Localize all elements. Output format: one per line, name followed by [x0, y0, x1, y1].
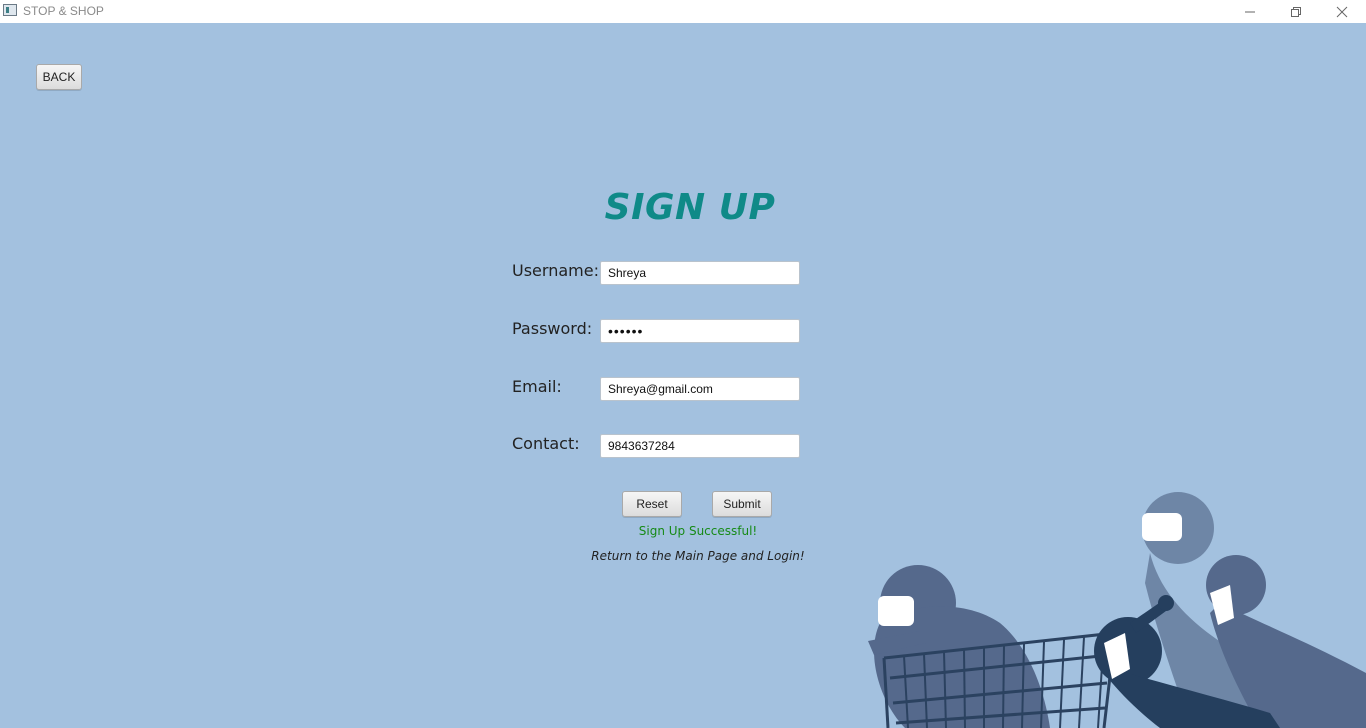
- restore-button[interactable]: [1273, 0, 1319, 23]
- reset-button[interactable]: Reset: [622, 491, 682, 517]
- app-window: BACK SIGN UP Username: Shreya Password: …: [0, 23, 1366, 728]
- password-label: Password:: [512, 319, 593, 338]
- app-icon: [3, 4, 17, 16]
- password-field[interactable]: ••••••: [600, 319, 800, 343]
- contact-label: Contact:: [512, 434, 580, 453]
- title-bar: STOP & SHOP: [0, 0, 1366, 23]
- restore-icon: [1291, 6, 1301, 17]
- close-button[interactable]: [1319, 0, 1365, 23]
- back-button[interactable]: BACK: [36, 64, 82, 90]
- page-title: SIGN UP: [604, 187, 776, 228]
- minimize-button[interactable]: [1227, 0, 1273, 23]
- username-field[interactable]: Shreya: [600, 261, 800, 285]
- email-label: Email:: [512, 377, 562, 396]
- submit-button[interactable]: Submit: [712, 491, 772, 517]
- close-icon: [1336, 6, 1348, 17]
- success-message: Sign Up Successful!: [638, 524, 758, 538]
- shopping-cart-illustration: [868, 492, 1366, 728]
- window-title: STOP & SHOP: [23, 4, 104, 18]
- contact-field[interactable]: 9843637284: [600, 434, 800, 458]
- minimize-icon: [1245, 11, 1255, 12]
- email-field[interactable]: Shreya@gmail.com: [600, 377, 800, 401]
- username-label: Username:: [512, 261, 599, 280]
- info-message: Return to the Main Page and Login!: [591, 549, 805, 563]
